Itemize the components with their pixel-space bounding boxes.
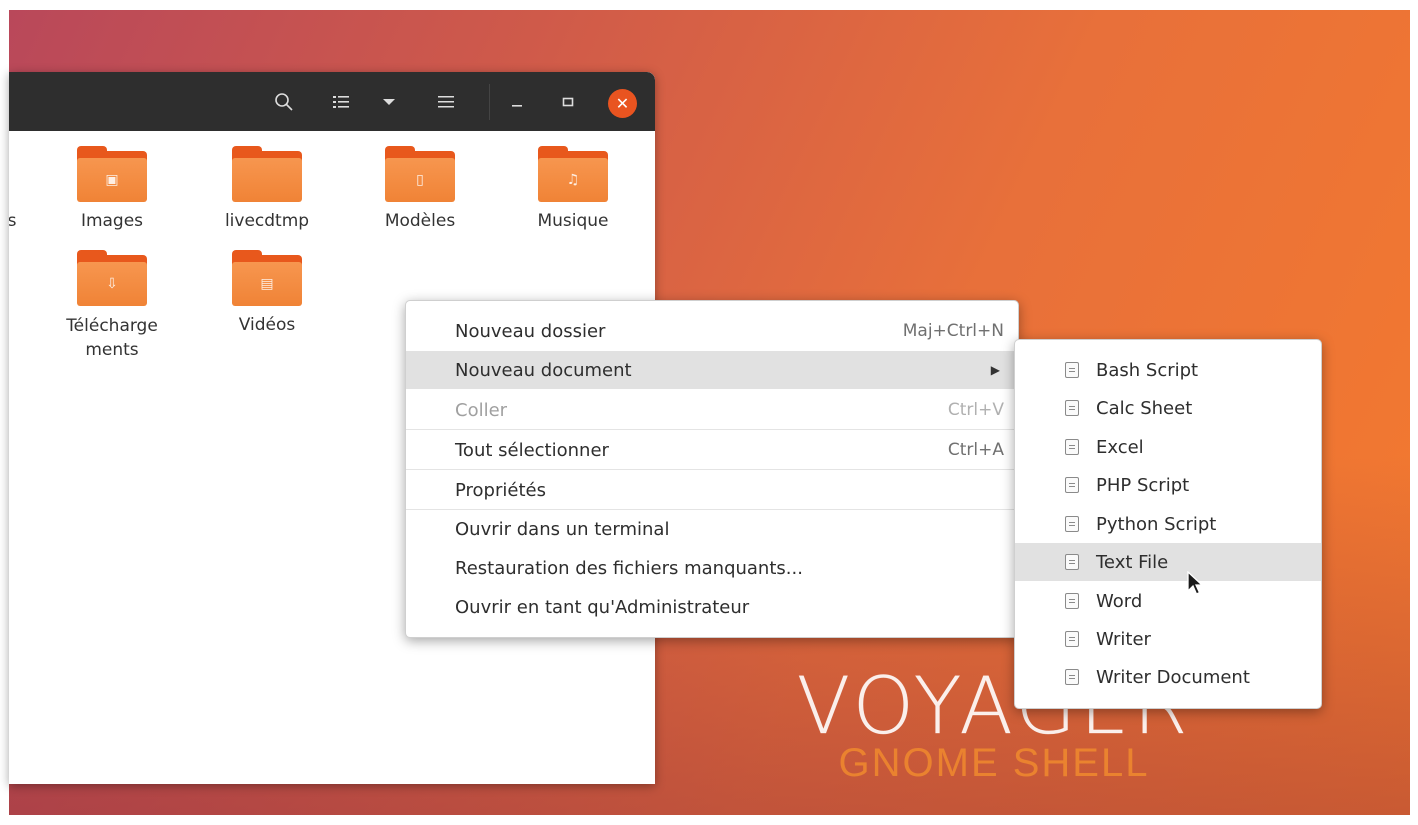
- header-bar: ✕: [9, 72, 655, 131]
- video-icon: ▤: [260, 276, 274, 292]
- file-label: Télécharge ments: [66, 316, 158, 360]
- menu-item-accel: Ctrl+A: [947, 440, 1004, 460]
- folder-icon: ♫: [538, 146, 608, 202]
- folder-images[interactable]: ▣ Images: [57, 146, 167, 232]
- document-icon: [1065, 400, 1079, 416]
- folder-icon: [232, 146, 302, 202]
- folder-musique[interactable]: ♫ Musique: [518, 146, 628, 232]
- submenu-arrow-icon: ▶: [990, 363, 1000, 377]
- folder-icon: ▯: [385, 146, 455, 202]
- menu-item-label: Coller: [455, 399, 508, 421]
- menu-item-label: Ouvrir dans un terminal: [455, 518, 670, 540]
- submenu-item-text-file[interactable]: Text File: [1015, 543, 1321, 581]
- close-icon[interactable]: ✕: [608, 89, 637, 118]
- document-icon: [1065, 631, 1079, 647]
- submenu-item-label: Excel: [1096, 436, 1144, 458]
- menu-item-label: Propriétés: [455, 479, 546, 501]
- submenu-item-label: Bash Script: [1096, 359, 1199, 381]
- menu-item-label: Tout sélectionner: [455, 439, 609, 461]
- menu-item-label: Nouveau document: [455, 359, 632, 381]
- new-document-submenu: Bash Script Calc Sheet Excel PHP Script …: [1014, 339, 1322, 709]
- list-view-icon[interactable]: [327, 88, 355, 116]
- file-label: livecdtmp: [224, 211, 310, 231]
- search-icon[interactable]: [270, 88, 298, 116]
- document-icon: [1065, 477, 1079, 493]
- menu-item-accel: Ctrl+V: [947, 400, 1004, 420]
- folder-icon: ⇩: [77, 250, 147, 306]
- folder-telechargements[interactable]: ⇩ Télécharge ments: [57, 250, 167, 362]
- submenu-item-writer[interactable]: Writer: [1015, 620, 1321, 658]
- menu-item-label: Restauration des fichiers manquants...: [455, 557, 803, 579]
- folder-modeles[interactable]: ▯ Modèles: [365, 146, 475, 232]
- folder-icon: ▣: [77, 146, 147, 202]
- menu-item-new-document[interactable]: Nouveau document ▶: [406, 351, 1018, 389]
- sort-dropdown-icon[interactable]: [375, 88, 403, 116]
- menu-item-paste[interactable]: Coller Ctrl+V: [406, 391, 1018, 429]
- submenu-item-label: Writer Document: [1096, 666, 1250, 688]
- menu-separator: [406, 429, 1018, 430]
- file-label: Vidéos: [238, 315, 296, 335]
- document-icon: [1065, 554, 1079, 570]
- file-label: Musique: [537, 211, 609, 231]
- context-menu: Nouveau dossier Maj+Ctrl+N Nouveau docum…: [405, 300, 1019, 638]
- document-icon: [1065, 362, 1079, 378]
- submenu-item-writer-document[interactable]: Writer Document: [1015, 658, 1321, 696]
- submenu-item-calc-sheet[interactable]: Calc Sheet: [1015, 389, 1321, 427]
- headerbar-separator: [489, 84, 490, 120]
- submenu-item-php-script[interactable]: PHP Script: [1015, 466, 1321, 504]
- submenu-item-label: Writer: [1096, 628, 1151, 650]
- menu-item-accel: Maj+Ctrl+N: [902, 321, 1004, 341]
- menu-item-restore-missing-files[interactable]: Restauration des fichiers manquants...: [406, 549, 1018, 587]
- menu-item-properties[interactable]: Propriétés: [406, 471, 1018, 509]
- submenu-item-bash-script[interactable]: Bash Script: [1015, 351, 1321, 389]
- minimize-icon[interactable]: [503, 88, 531, 116]
- submenu-item-label: Word: [1096, 590, 1143, 612]
- menu-separator: [406, 469, 1018, 470]
- document-icon: [1065, 439, 1079, 455]
- folder-livecdtmp[interactable]: livecdtmp: [212, 146, 322, 232]
- menu-item-open-terminal[interactable]: Ouvrir dans un terminal: [406, 510, 1018, 548]
- submenu-item-python-script[interactable]: Python Script: [1015, 505, 1321, 543]
- submenu-item-word[interactable]: Word: [1015, 582, 1321, 620]
- file-label: Modèles: [384, 211, 456, 231]
- menu-item-select-all[interactable]: Tout sélectionner Ctrl+A: [406, 431, 1018, 469]
- submenu-item-label: Python Script: [1096, 513, 1217, 535]
- menu-item-open-as-admin[interactable]: Ouvrir en tant qu'Administrateur: [406, 588, 1018, 626]
- templates-icon: ▯: [416, 172, 424, 188]
- menu-item-new-folder[interactable]: Nouveau dossier Maj+Ctrl+N: [406, 312, 1018, 350]
- music-icon: ♫: [566, 172, 580, 188]
- mouse-pointer-icon: [1187, 570, 1205, 601]
- menu-item-label: Ouvrir en tant qu'Administrateur: [455, 596, 750, 618]
- image-icon: ▣: [105, 172, 119, 188]
- download-icon: ⇩: [106, 276, 118, 292]
- hamburger-menu-icon[interactable]: [432, 88, 460, 116]
- document-icon: [1065, 516, 1079, 532]
- brand-subtitle: GNOME SHELL: [838, 741, 1150, 785]
- document-icon: [1065, 669, 1079, 685]
- document-icon: [1065, 593, 1079, 609]
- submenu-item-label: Calc Sheet: [1096, 397, 1193, 419]
- submenu-item-excel[interactable]: Excel: [1015, 428, 1321, 466]
- folder-icon: ▤: [232, 250, 302, 306]
- folder-videos[interactable]: ▤ Vidéos: [212, 250, 322, 336]
- file-label: Images: [80, 211, 144, 231]
- maximize-icon[interactable]: [554, 88, 582, 116]
- menu-item-label: Nouveau dossier: [455, 320, 606, 342]
- submenu-item-label: Text File: [1096, 551, 1169, 573]
- submenu-item-label: PHP Script: [1096, 474, 1190, 496]
